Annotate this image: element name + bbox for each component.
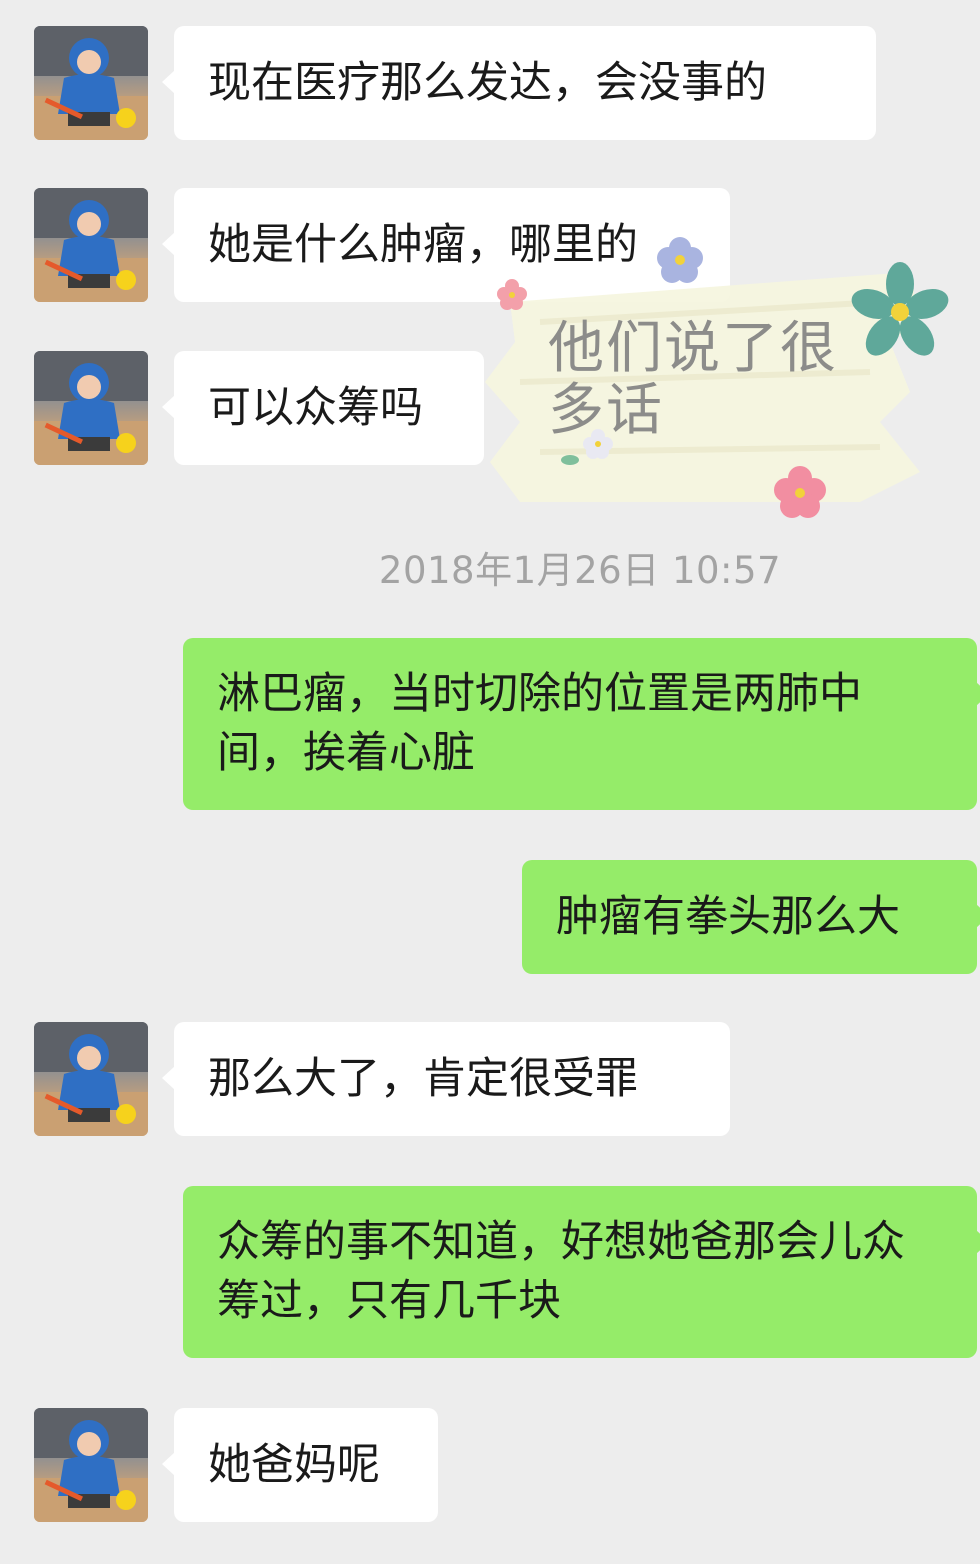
flower-sticker: 他们说了很多话 xyxy=(480,232,950,532)
message-bubble[interactable]: 那么大了，肯定很受罪 xyxy=(162,1022,730,1136)
child-photo-icon xyxy=(34,351,148,465)
message-bubble[interactable]: 她爸妈呢 xyxy=(162,1408,438,1522)
chat-timestamp: 2018年1月26日 10:57 xyxy=(378,549,782,592)
message-bubble[interactable]: 众筹的事不知道，好想她爸那会儿众筹过，只有几千块 xyxy=(183,1186,980,1358)
message-bubble[interactable]: 淋巴瘤，当时切除的位置是两肺中间，挨着心脏 xyxy=(183,638,980,810)
message-text: 那么大了，肯定很受罪 xyxy=(208,1053,638,1104)
avatar[interactable] xyxy=(34,1022,148,1136)
child-photo-icon xyxy=(34,1408,148,1522)
message-bubble[interactable]: 肿瘤有拳头那么大 xyxy=(522,860,980,974)
message-bubble[interactable]: 可以众筹吗 xyxy=(162,351,484,465)
child-photo-icon xyxy=(34,188,148,302)
message-text: 众筹的事不知道，好想她爸那会儿众筹过，只有几千块 xyxy=(217,1217,905,1326)
avatar[interactable] xyxy=(34,188,148,302)
message-text: 肿瘤有拳头那么大 xyxy=(556,891,900,942)
avatar[interactable] xyxy=(34,26,148,140)
message-bubble[interactable]: 现在医疗那么发达，会没事的 xyxy=(162,26,876,140)
message-text: 可以众筹吗 xyxy=(208,382,423,433)
message-text: 现在医疗那么发达，会没事的 xyxy=(208,57,767,108)
child-photo-icon xyxy=(34,26,148,140)
child-photo-icon xyxy=(34,1022,148,1136)
avatar[interactable] xyxy=(34,351,148,465)
message-text: 她爸妈呢 xyxy=(208,1439,380,1490)
avatar[interactable] xyxy=(34,1408,148,1522)
sticker-caption: 他们说了很多话 xyxy=(548,316,838,443)
message-text: 淋巴瘤，当时切除的位置是两肺中间，挨着心脏 xyxy=(217,669,862,778)
